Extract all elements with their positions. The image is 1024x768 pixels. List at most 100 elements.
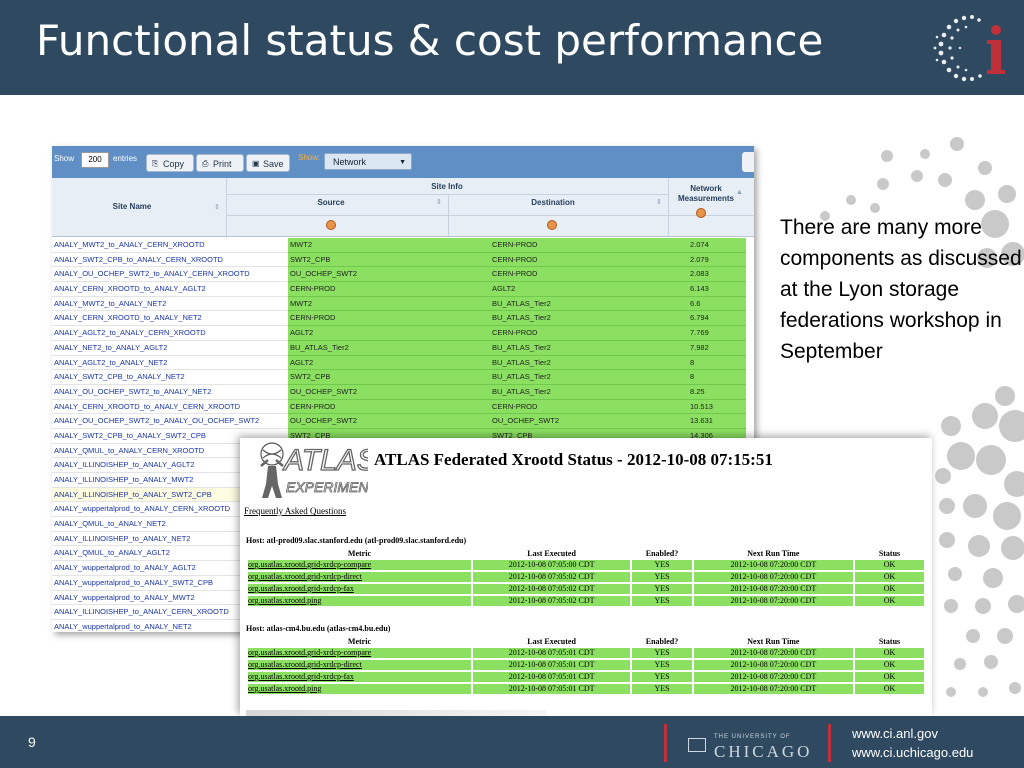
sort-icon: ⇕	[436, 199, 442, 206]
table-row[interactable]: ANALY_AGLT2_to_ANALY_NET2 AGLT2 BU_ATLAS_T…	[52, 355, 754, 371]
source-cell: OU_OCHEP_SWT2	[290, 416, 358, 426]
enabled-cell: YES	[632, 648, 692, 658]
measurement-cell: 8.25	[690, 386, 705, 396]
metric-select[interactable]: Network ▼	[324, 153, 412, 170]
table-row[interactable]: ANALY_CERN_XROOTD_to_ANALY_CERN_XROOTD CE…	[52, 399, 754, 415]
destination-cell: BU_ATLAS_Tier2	[492, 298, 551, 308]
faq-link[interactable]: Frequently Asked Questions	[244, 506, 346, 516]
table-row[interactable]: ANALY_AGLT2_to_ANALY_CERN_XROOTD AGLT2 CER…	[52, 326, 754, 341]
site-name-header[interactable]: Site Name	[52, 202, 212, 211]
side-text: There are many more components as discus…	[780, 216, 1022, 363]
table-row: org.usatlas.xrootd.grid-xrdcp-fax 2012-10…	[248, 584, 924, 594]
status-badge: OK	[854, 584, 924, 594]
site-name-cell[interactable]: ANALY_CERN_XROOTD_to_ANALY_NET2	[52, 311, 288, 327]
table-row[interactable]: ANALY_SWT2_CPB_to_ANALY_NET2 SWT2_CPB BU_A…	[52, 370, 754, 385]
network-header[interactable]: Network	[668, 184, 744, 193]
table-row[interactable]: ANALY_MWT2_to_ANALY_CERN_XROOTD MWT2 CERN-…	[52, 238, 754, 253]
table-row[interactable]: ANALY_CERN_XROOTD_to_ANALY_NET2 CERN-PROD…	[52, 311, 754, 327]
filter-icon[interactable]	[696, 208, 706, 218]
sort-icon: ▲	[736, 189, 743, 196]
metric-link[interactable]: org.usatlas.xrootd.grid-xrdcp-compare	[248, 648, 471, 658]
metric-link[interactable]: org.usatlas.xrootd.grid-xrdcp-direct	[248, 572, 471, 582]
entries-input[interactable]: 200	[81, 152, 109, 168]
status-badge: OK	[854, 572, 924, 582]
table-row[interactable]: ANALY_NET2_to_ANALY_AGLT2 BU_ATLAS_Tier2 B…	[52, 340, 754, 356]
last-executed-cell: 2012-10-08 07:05:01 CDT	[472, 672, 631, 682]
show-label: Show	[54, 154, 75, 163]
site-name-cell[interactable]: ANALY_CERN_XROOTD_to_ANALY_AGLT2	[52, 282, 288, 297]
url-ci-anl[interactable]: www.ci.anl.gov	[852, 724, 973, 743]
last-executed-cell: 2012-10-08 07:05:02 CDT	[472, 572, 631, 582]
site-name-cell[interactable]: ANALY_AGLT2_to_ANALY_CERN_XROOTD	[52, 326, 288, 341]
print-button[interactable]: ⎙ Print	[196, 154, 244, 172]
metric-link[interactable]: org.usatlas.xrootd.grid-xrdcp-compare	[248, 560, 471, 570]
table-row: org.usatlas.xrootd.grid-xrdcp-fax 2012-10…	[248, 672, 924, 682]
host-label: Host: atlas-cm4.bu.edu (atlas-cm4.bu.edu…	[246, 624, 391, 633]
site-name-cell[interactable]: ANALY_MWT2_to_ANALY_CERN_XROOTD	[52, 238, 288, 253]
table-row[interactable]: ANALY_SWT2_CPB_to_ANALY_CERN_XROOTD SWT2_…	[52, 252, 754, 268]
next-run-cell: 2012-10-08 07:20:00 CDT	[693, 660, 853, 670]
site-name-cell[interactable]: ANALY_NET2_to_ANALY_AGLT2	[52, 340, 288, 356]
measurement-cell: 13.631	[690, 416, 713, 426]
sort-icon: ⇕	[214, 204, 220, 211]
destination-cell: CERN-PROD	[492, 401, 538, 411]
measurement-cell: 7.769	[690, 328, 709, 338]
destination-header[interactable]: Destination	[448, 198, 658, 207]
footer-divider	[828, 724, 831, 762]
metric-link[interactable]: org.usatlas.xrootd.ping	[248, 596, 471, 606]
entries-label: entries	[113, 154, 138, 163]
source-header[interactable]: Source	[226, 198, 436, 207]
metric-link[interactable]: org.usatlas.xrootd.grid-xrdcp-fax	[248, 672, 471, 682]
filter-icon[interactable]	[326, 220, 336, 230]
destination-cell: CERN-PROD	[492, 254, 538, 264]
url-ci-uchicago[interactable]: www.ci.uchicago.edu	[852, 743, 973, 762]
site-name-cell[interactable]: ANALY_SWT2_CPB_to_ANALY_NET2	[52, 370, 288, 385]
status-badge: OK	[854, 660, 924, 670]
table-row[interactable]: ANALY_OU_OCHEP_SWT2_to_ANALY_CERN_XROOTD…	[52, 267, 754, 283]
metric-link[interactable]: org.usatlas.xrootd.ping	[248, 684, 471, 694]
footer-divider	[664, 724, 667, 762]
destination-cell: OU_OCHEP_SWT2	[492, 416, 560, 426]
site-name-cell[interactable]: ANALY_AGLT2_to_ANALY_NET2	[52, 355, 288, 371]
table-row[interactable]: ANALY_MWT2_to_ANALY_NET2 MWT2 BU_ATLAS_Tie…	[52, 296, 754, 312]
table-row[interactable]: ANALY_CERN_XROOTD_to_ANALY_AGLT2 CERN-PRO…	[52, 282, 754, 297]
search-button[interactable]	[742, 152, 754, 172]
uc-logo-text: CHICAGO	[714, 742, 813, 761]
site-name-cell[interactable]: ANALY_CERN_XROOTD_to_ANALY_CERN_XROOTD	[52, 399, 288, 415]
copy-button[interactable]: ⎘ Copy	[146, 154, 194, 172]
site-name-cell[interactable]: ANALY_OU_OCHEP_SWT2_to_ANALY_CERN_XROOTD	[52, 267, 288, 283]
enabled-cell: YES	[632, 672, 692, 682]
site-name-cell[interactable]: ANALY_OU_OCHEP_SWT2_to_ANALY_NET2	[52, 384, 288, 400]
metric-link[interactable]: org.usatlas.xrootd.grid-xrdcp-direct	[248, 660, 471, 670]
table-row: org.usatlas.xrootd.grid-xrdcp-direct 2012…	[248, 572, 924, 582]
destination-cell: CERN-PROD	[492, 269, 538, 279]
column-header: Metric	[347, 636, 371, 646]
table-header: Site Info Site Name ⇕ Source ⇕ Destinati…	[52, 178, 754, 237]
enabled-cell: YES	[632, 584, 692, 594]
site-name-cell[interactable]: ANALY_OU_OCHEP_SWT2_to_ANALY_OU_OCHEP_SW…	[52, 414, 288, 429]
filter-icon[interactable]	[547, 220, 557, 230]
site-name-cell[interactable]: ANALY_SWT2_CPB_to_ANALY_CERN_XROOTD	[52, 252, 288, 268]
next-run-cell: 2012-10-08 07:20:00 CDT	[693, 596, 853, 606]
next-run-cell: 2012-10-08 07:20:00 CDT	[693, 648, 853, 658]
dropdown-label: Show:	[298, 153, 321, 162]
destination-cell: AGLT2	[492, 284, 516, 294]
measurement-cell: 6.6	[690, 298, 701, 308]
status-badge: OK	[854, 672, 924, 682]
table-row[interactable]: ANALY_OU_OCHEP_SWT2_to_ANALY_NET2 OU_OCHE…	[52, 384, 754, 400]
table-row[interactable]: ANALY_OU_OCHEP_SWT2_to_ANALY_OU_OCHEP_SW…	[52, 414, 754, 429]
status-fill	[288, 282, 746, 297]
measurement-cell: 7.982	[690, 342, 709, 352]
save-button[interactable]: ▣ Save	[246, 154, 290, 172]
metric-link[interactable]: org.usatlas.xrootd.grid-xrdcp-fax	[248, 584, 471, 594]
last-executed-cell: 2012-10-08 07:05:00 CDT	[472, 560, 631, 570]
table-header-row: Metric Last Executed Enabled? Next Run Time…	[248, 548, 924, 558]
enabled-cell: YES	[632, 684, 692, 694]
site-name-cell[interactable]: ANALY_MWT2_to_ANALY_NET2	[52, 296, 288, 312]
column-header: Status	[878, 636, 901, 646]
ci-logo-icon	[933, 15, 1005, 82]
column-header: Next Run Time	[747, 548, 800, 558]
next-run-cell: 2012-10-08 07:20:00 CDT	[693, 572, 853, 582]
status-badge: OK	[854, 648, 924, 658]
enabled-cell: YES	[632, 560, 692, 570]
